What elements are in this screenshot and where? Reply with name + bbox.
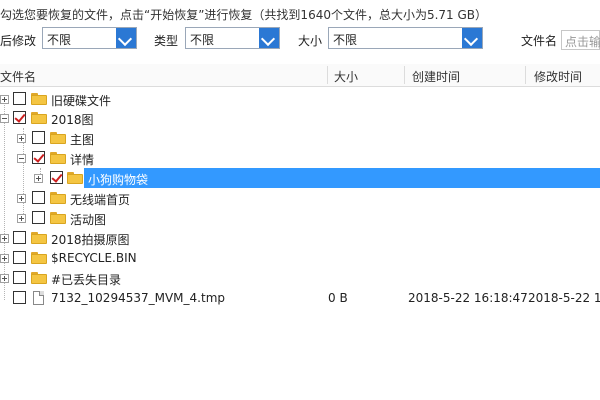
row-checkbox[interactable] [32, 131, 45, 144]
tree-row-lost-directory[interactable]: #已丢失目录 [0, 268, 600, 288]
tree-row-main-images[interactable]: 主图 [0, 128, 600, 148]
chevron-down-icon[interactable] [116, 28, 136, 48]
tree-row-tmp-file[interactable]: 7132_10294537_MVM_4.tmp 0 B 2018-5-22 16… [0, 288, 600, 308]
row-name: 活动图 [70, 213, 107, 227]
size-filter-label: 大小 [298, 34, 323, 48]
filename-filter-label: 文件名 [521, 34, 558, 48]
column-header-size[interactable]: 大小 [334, 68, 358, 85]
row-checkbox[interactable] [32, 151, 45, 164]
row-modified: 2018-5-22 16:18 [528, 291, 600, 305]
tree-row-2018-raw-photos[interactable]: 2018拍摄原图 [0, 228, 600, 248]
row-name: 主图 [70, 133, 95, 147]
tree-row-mobile-homepage[interactable]: 无线端首页 [0, 188, 600, 208]
folder-icon [67, 172, 83, 184]
row-created: 2018-5-22 16:18:47 [408, 291, 528, 305]
folder-icon [50, 132, 66, 144]
row-name: 7132_10294537_MVM_4.tmp [51, 291, 225, 305]
expand-icon[interactable] [0, 254, 9, 263]
row-checkbox[interactable] [32, 191, 45, 204]
instruction-text: 勾选您要恢复的文件，点击“开始恢复”进行恢复（共找到1640个文件，总大小为5.… [0, 8, 488, 22]
row-name: 无线端首页 [70, 193, 131, 207]
row-name: 详情 [70, 153, 95, 167]
tree-row-recycle-bin[interactable]: $RECYCLE.BIN [0, 248, 600, 268]
column-header-modified[interactable]: 修改时间 [534, 68, 582, 85]
expand-icon[interactable] [34, 174, 43, 183]
type-filter-label: 类型 [154, 34, 179, 48]
chevron-down-icon[interactable] [462, 28, 482, 48]
row-checkbox[interactable] [32, 211, 45, 224]
folder-icon [31, 252, 47, 264]
tree-row-details[interactable]: 详情 [0, 148, 600, 168]
folder-icon [31, 93, 47, 105]
expand-icon[interactable] [17, 134, 26, 143]
row-checkbox[interactable] [13, 251, 26, 264]
folder-icon [50, 152, 66, 164]
type-filter-select[interactable]: 不限 [185, 27, 280, 49]
folder-icon [31, 232, 47, 244]
row-name: 2018拍摄原图 [51, 233, 130, 247]
row-checkbox[interactable] [13, 111, 26, 124]
column-header-created[interactable]: 创建时间 [412, 68, 460, 85]
collapse-icon[interactable] [17, 154, 26, 163]
row-size: 0 B [328, 291, 348, 305]
expand-icon[interactable] [17, 194, 26, 203]
folder-icon [31, 112, 47, 124]
row-checkbox[interactable] [13, 231, 26, 244]
folder-icon [50, 212, 66, 224]
size-filter-value: 不限 [333, 33, 358, 47]
filename-search-input[interactable]: 点击输 [561, 30, 600, 50]
file-icon [33, 291, 44, 305]
folder-icon [50, 192, 66, 204]
expand-icon[interactable] [0, 95, 9, 104]
row-checkbox[interactable] [13, 291, 26, 304]
column-divider[interactable] [404, 66, 405, 84]
row-checkbox[interactable] [13, 271, 26, 284]
expand-icon[interactable] [0, 274, 9, 283]
chevron-down-icon[interactable] [259, 28, 279, 48]
size-filter-select[interactable]: 不限 [328, 27, 483, 49]
filename-search-placeholder: 点击输 [565, 35, 600, 49]
type-filter-value: 不限 [190, 33, 215, 47]
folder-icon [31, 272, 47, 284]
tree-row-2018-images[interactable]: 2018图 [0, 108, 600, 128]
row-name: 2018图 [51, 113, 94, 127]
column-divider[interactable] [327, 66, 328, 84]
row-checkbox[interactable] [13, 92, 26, 105]
column-header-name[interactable]: 文件名 [0, 68, 36, 85]
expand-icon[interactable] [0, 234, 9, 243]
tree-row-old-disk-files[interactable]: 旧硬碟文件 [0, 89, 600, 109]
tree-row-puppy-shopping-bag[interactable]: 小狗购物袋 [84, 168, 600, 188]
row-checkbox[interactable] [50, 171, 63, 184]
column-divider[interactable] [525, 66, 526, 84]
row-name: 小狗购物袋 [88, 173, 149, 187]
modified-filter-value: 不限 [47, 33, 72, 47]
row-name: #已丢失目录 [51, 273, 122, 287]
expand-icon[interactable] [17, 214, 26, 223]
tree-row-event-images[interactable]: 活动图 [0, 208, 600, 228]
modified-filter-select[interactable]: 不限 [42, 27, 137, 49]
collapse-icon[interactable] [0, 114, 9, 123]
modified-filter-label: 后修改 [0, 34, 37, 48]
row-name: $RECYCLE.BIN [51, 251, 137, 265]
row-name: 旧硬碟文件 [51, 94, 112, 108]
file-list-header: 文件名 大小 创建时间 修改时间 [0, 64, 600, 87]
